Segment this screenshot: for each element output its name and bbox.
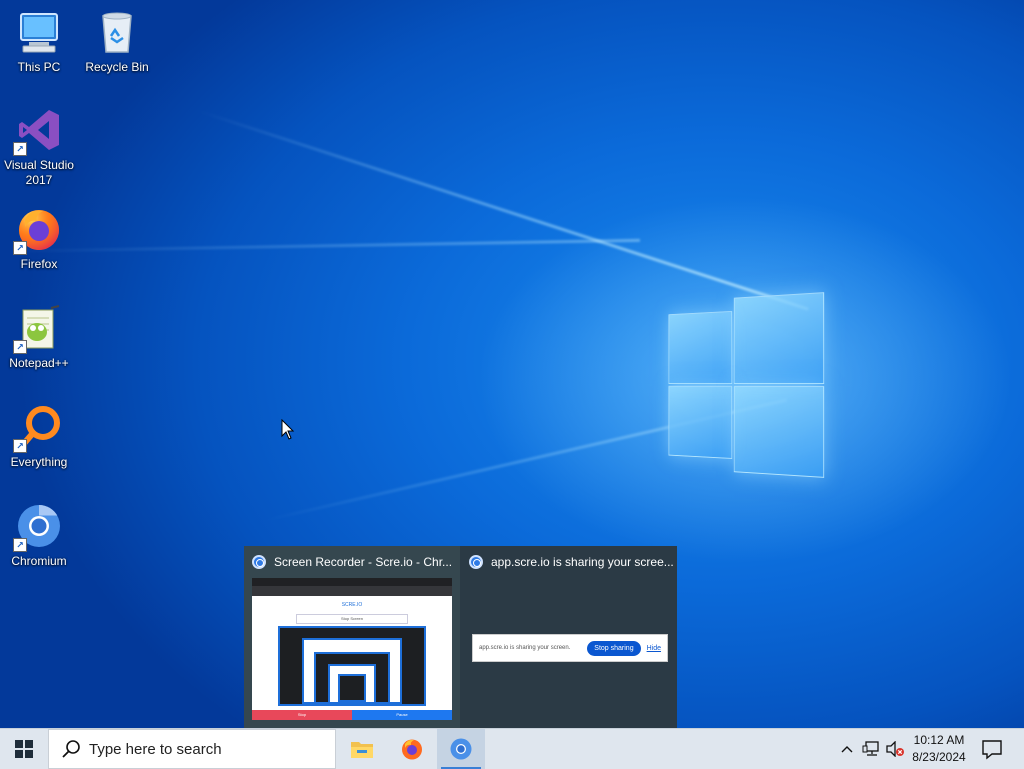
light-beam <box>199 110 809 311</box>
chromium-icon <box>450 738 472 760</box>
desktop-icon-chromium[interactable]: ↗ Chromium <box>1 502 77 569</box>
search-icon <box>62 740 80 758</box>
chromium-icon <box>469 555 483 569</box>
taskbar-app-chromium[interactable] <box>437 729 485 769</box>
computer-icon <box>15 8 63 56</box>
folder-icon <box>351 742 373 758</box>
desktop-icon-everything[interactable]: ↗ Everything <box>1 403 77 470</box>
chromium-icon <box>252 555 266 569</box>
thumb-pause-button: Pause <box>352 710 452 720</box>
shortcut-arrow-icon: ↗ <box>13 142 27 156</box>
chromium-icon: ↗ <box>13 502 63 552</box>
notepadpp-icon: ↗ <box>13 304 63 354</box>
show-hidden-icons-chevron-icon[interactable] <box>837 739 857 759</box>
desktop-icon-label: Recycle Bin <box>85 60 149 74</box>
preview-window-screen-recorder[interactable]: Screen Recorder - Scre.io - Chr... SCRE.… <box>244 546 460 728</box>
desktop-icon-this-pc[interactable]: This PC <box>1 8 77 75</box>
shortcut-arrow-icon: ↗ <box>13 340 27 354</box>
firefox-icon <box>402 739 422 760</box>
clock-date: 8/23/2024 <box>912 750 966 764</box>
desktop-icon-label: This PC <box>17 60 61 74</box>
desktop-icon-label: Everything <box>10 455 68 469</box>
shortcut-arrow-icon: ↗ <box>13 538 27 552</box>
stop-sharing-button: Stop sharing <box>587 640 641 656</box>
firefox-icon: ↗ <box>13 205 63 255</box>
desktop-icon-visual-studio[interactable]: ↗ Visual Studio 2017 <box>1 106 77 188</box>
preview-window-title: Screen Recorder - Scre.io - Chr... <box>274 555 453 569</box>
thumb-screen-label: Stop Screen <box>296 614 408 624</box>
desktop-icon-notepadpp[interactable]: ↗ Notepad++ <box>1 304 77 371</box>
taskbar: Type here to search 10:12 AM 8/23/2024 <box>0 728 1024 769</box>
search-placeholder: Type here to search <box>89 740 222 758</box>
light-beam <box>0 238 640 253</box>
desktop-icon-label: Chromium <box>11 554 67 568</box>
sharing-text: app.scre.io is sharing your screen. <box>479 645 571 651</box>
mouse-cursor-icon <box>281 418 295 446</box>
thumb-brand: SCRE.IO <box>341 602 363 608</box>
taskbar-search-box[interactable]: Type here to search <box>48 729 336 769</box>
desktop-icon-label: Visual Studio 2017 <box>4 158 74 187</box>
thumb-stop-button: Stop <box>252 710 352 720</box>
notification-icon <box>982 740 1002 760</box>
windows-logo-wallpaper <box>668 288 826 480</box>
preview-window-title: app.scre.io is sharing your scree... <box>491 555 674 569</box>
desktop-icon-label: Notepad++ <box>9 356 69 370</box>
start-button[interactable] <box>0 729 48 769</box>
visual-studio-icon: ↗ <box>13 106 63 156</box>
desktop-icon-recycle-bin[interactable]: Recycle Bin <box>79 8 155 75</box>
taskbar-app-file-explorer[interactable] <box>338 729 386 769</box>
network-icon[interactable] <box>861 739 881 759</box>
shortcut-arrow-icon: ↗ <box>13 439 27 453</box>
recycle-bin-icon <box>93 8 141 56</box>
volume-muted-icon[interactable] <box>885 739 905 759</box>
windows-start-icon <box>15 740 33 758</box>
window-thumbnail: SCRE.IO Stop Screen Stop Pause <box>252 578 452 720</box>
everything-search-icon: ↗ <box>13 403 63 453</box>
desktop[interactable]: This PC Recycle Bin ↗ Visual Studio 2017 <box>0 0 1024 728</box>
taskbar-thumbnail-preview: Screen Recorder - Scre.io - Chr... SCRE.… <box>244 546 677 728</box>
action-center-button[interactable] <box>980 737 1004 761</box>
screen-sharing-bar-thumbnail: app.scre.io is sharing your screen. Stop… <box>472 634 668 662</box>
hide-link: Hide <box>646 644 661 652</box>
taskbar-app-firefox[interactable] <box>388 729 436 769</box>
desktop-icon-firefox[interactable]: ↗ Firefox <box>1 205 77 272</box>
clock-time: 10:12 AM <box>913 733 965 747</box>
taskbar-clock[interactable]: 10:12 AM 8/23/2024 <box>904 732 974 766</box>
shortcut-arrow-icon: ↗ <box>13 241 27 255</box>
desktop-icon-label: Firefox <box>20 257 58 271</box>
